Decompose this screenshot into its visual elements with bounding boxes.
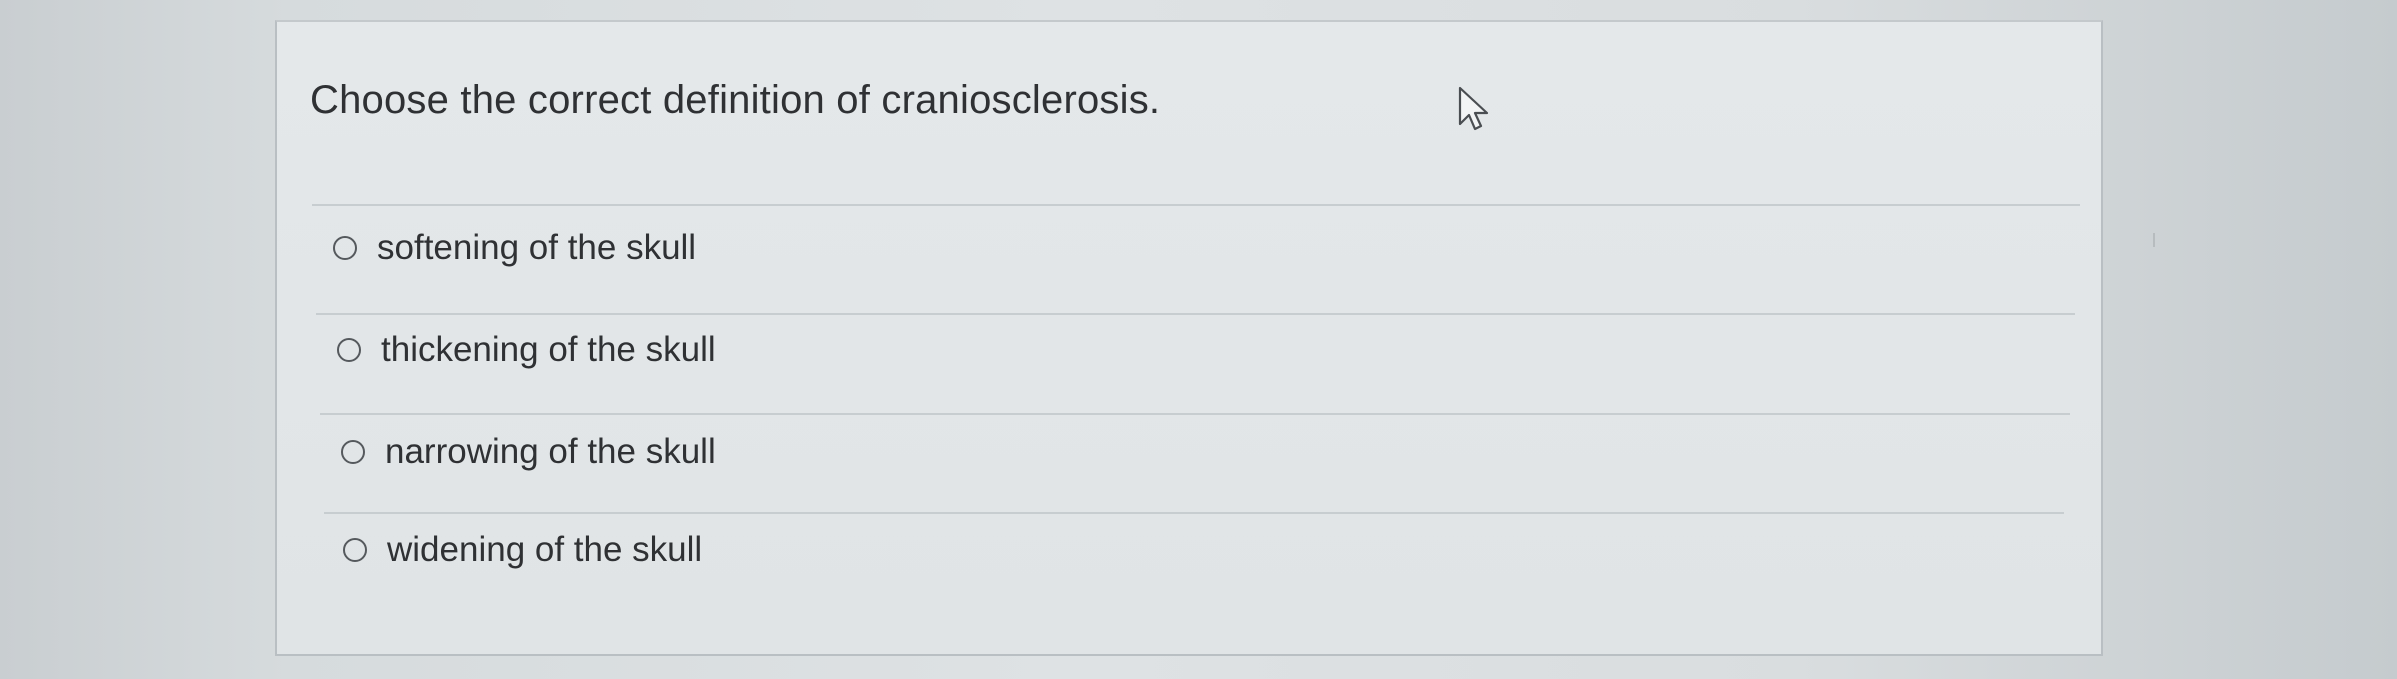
option-widening[interactable]: widening of the skull xyxy=(343,520,702,580)
radio-button-icon[interactable] xyxy=(337,338,361,362)
divider xyxy=(316,313,2075,315)
option-softening[interactable]: softening of the skull xyxy=(333,218,696,278)
mouse-pointer-icon xyxy=(1458,86,1489,131)
divider xyxy=(312,204,2080,206)
divider xyxy=(320,413,2070,415)
option-label: thickening of the skull xyxy=(381,330,716,369)
divider xyxy=(324,512,2064,514)
question-prompt: Choose the correct definition of cranios… xyxy=(310,78,1161,122)
option-narrowing[interactable]: narrowing of the skull xyxy=(341,422,716,482)
option-thickening[interactable]: thickening of the skull xyxy=(337,320,716,380)
option-label: narrowing of the skull xyxy=(385,432,716,471)
option-label: widening of the skull xyxy=(387,530,703,569)
radio-button-icon[interactable] xyxy=(343,538,367,562)
edge-mark xyxy=(2153,233,2155,247)
radio-button-icon[interactable] xyxy=(333,236,357,260)
option-label: softening of the skull xyxy=(377,228,697,267)
radio-button-icon[interactable] xyxy=(341,440,365,464)
